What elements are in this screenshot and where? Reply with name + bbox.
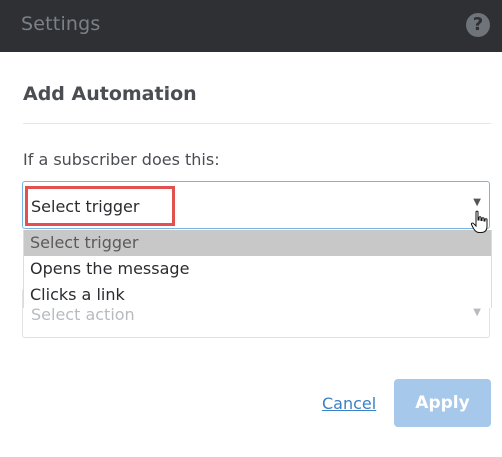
cancel-link[interactable]: Cancel	[322, 394, 376, 413]
trigger-option[interactable]: Select trigger	[24, 230, 491, 256]
dialog-heading: Add Automation	[23, 83, 197, 105]
caret-down-icon: ▼	[473, 197, 481, 208]
app-title: Settings	[21, 13, 101, 35]
help-icon[interactable]: ?	[466, 13, 490, 37]
trigger-option[interactable]: Opens the message	[24, 256, 491, 282]
trigger-option[interactable]: Clicks a link	[24, 282, 491, 308]
trigger-select[interactable]: Select trigger ▼	[22, 181, 490, 229]
apply-button[interactable]: Apply	[394, 379, 491, 427]
caret-down-icon: ▼	[473, 307, 481, 318]
heading-divider	[23, 123, 491, 124]
trigger-dropdown-list: Select trigger Opens the message Clicks …	[23, 230, 492, 308]
trigger-select-value: Select trigger	[31, 197, 140, 216]
trigger-label: If a subscriber does this:	[23, 150, 220, 169]
top-bar: Settings ?	[0, 0, 502, 52]
hand-pointer-icon	[470, 210, 488, 233]
